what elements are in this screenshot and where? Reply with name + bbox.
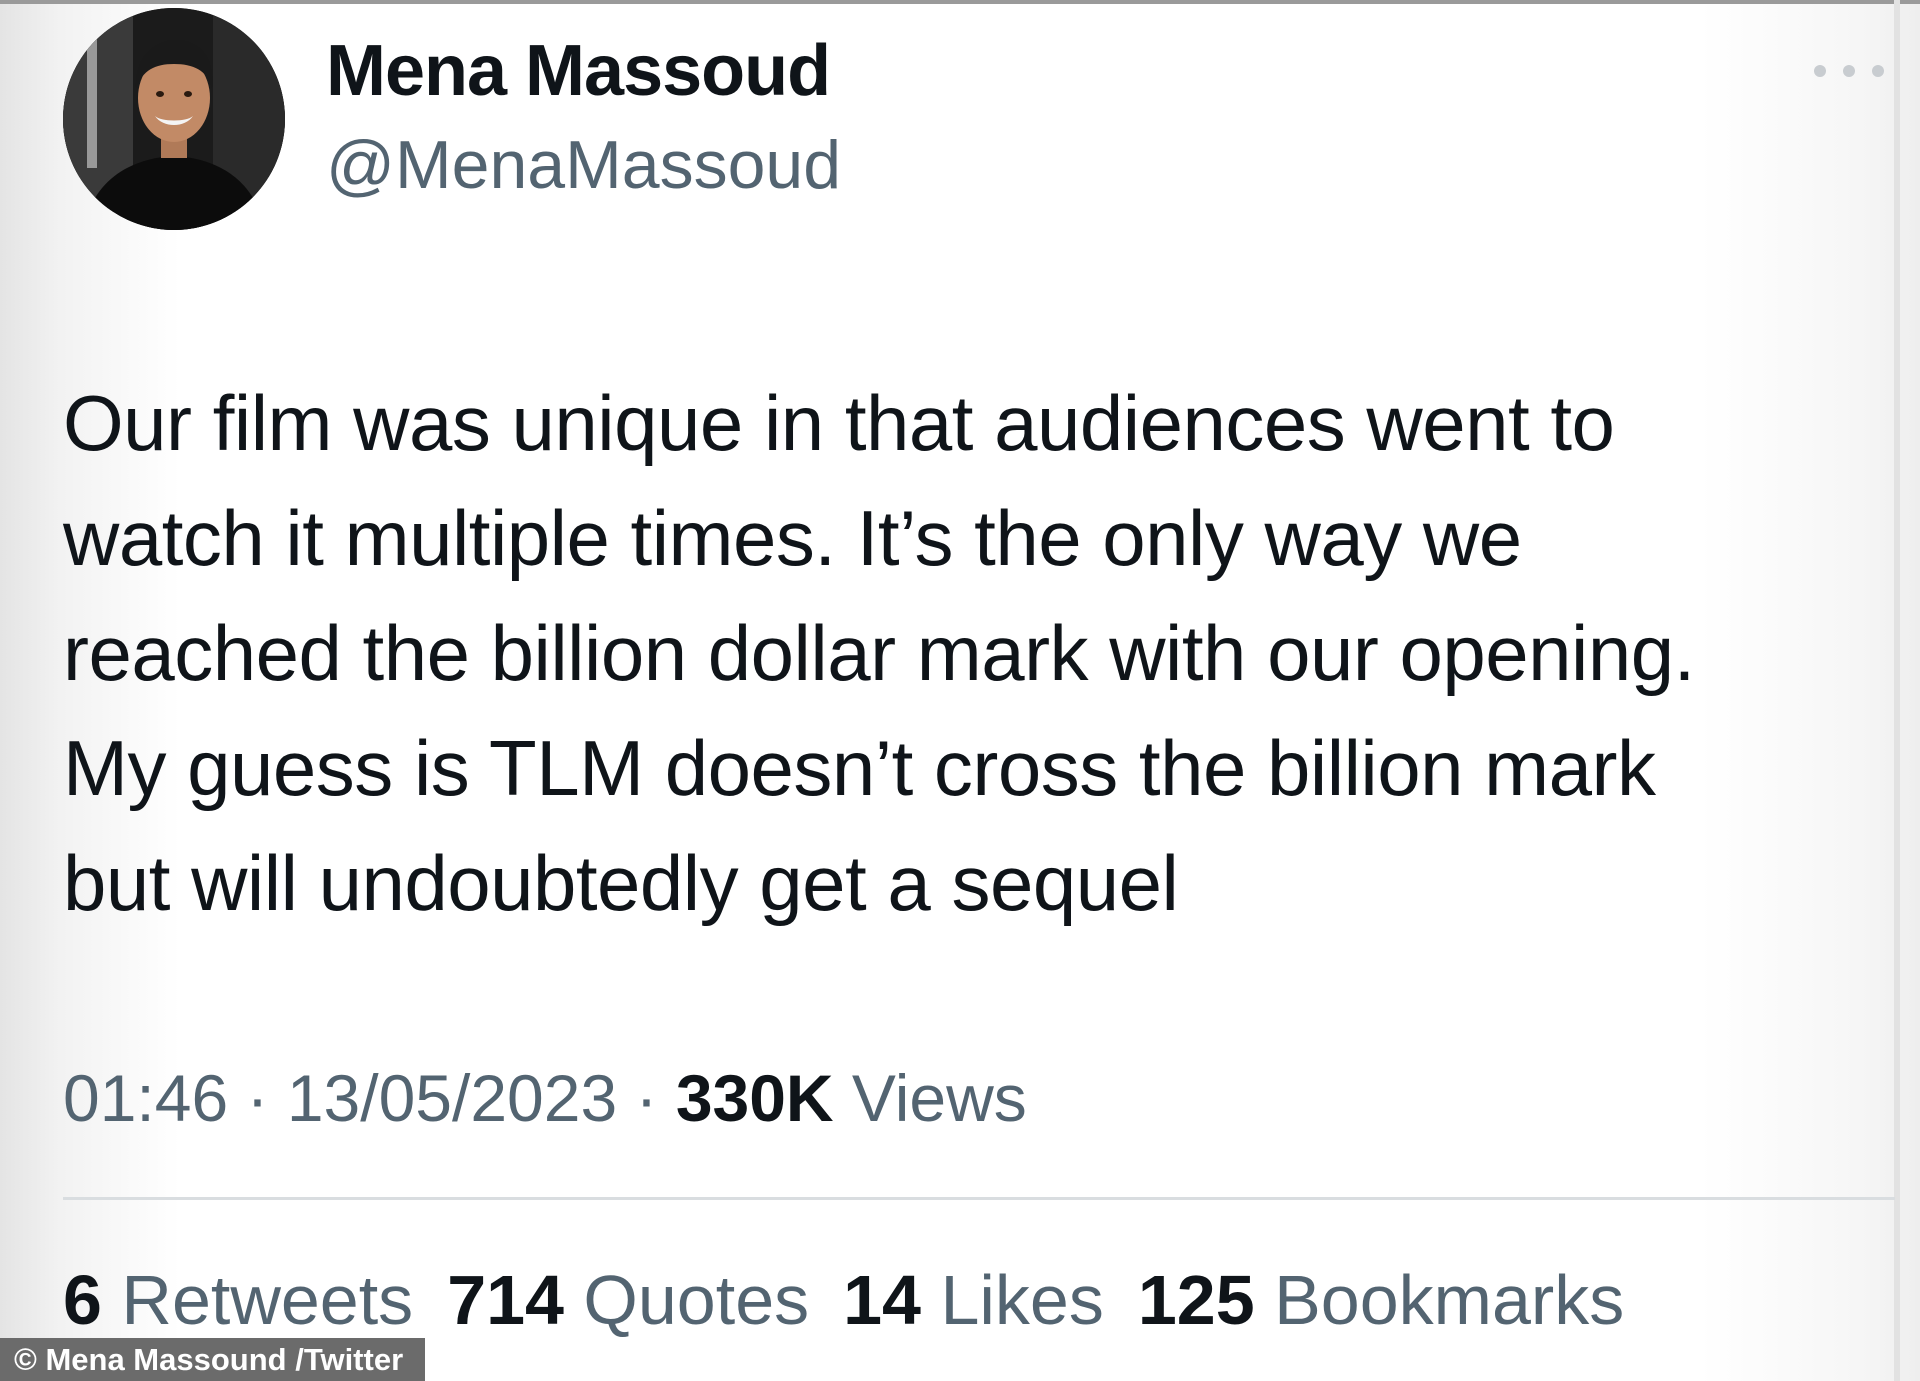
tweet-screenshot: Mena Massoud @MenaMassoud Our film was u… bbox=[0, 0, 1920, 1381]
bookmarks-label: Bookmarks bbox=[1254, 1261, 1625, 1339]
user-handle[interactable]: @MenaMassoud bbox=[326, 126, 841, 204]
retweets-stat[interactable]: 6 Retweets bbox=[63, 1261, 413, 1339]
retweets-count: 6 bbox=[63, 1261, 102, 1339]
bookmarks-stat[interactable]: 125 Bookmarks bbox=[1138, 1261, 1624, 1339]
avatar-photo bbox=[63, 8, 285, 230]
avatar[interactable] bbox=[63, 8, 285, 230]
tweet-meta: 01:46 · 13/05/2023 · 330K Views bbox=[63, 1060, 1027, 1136]
tweet-text-line: My guess is TLM doesn’t cross the billio… bbox=[63, 724, 1656, 812]
tweet-time[interactable]: 01:46 bbox=[63, 1061, 228, 1135]
more-horizontal-icon bbox=[1814, 65, 1826, 77]
divider bbox=[63, 1197, 1895, 1200]
meta-separator: · bbox=[228, 1061, 287, 1135]
top-border bbox=[0, 0, 1920, 4]
likes-label: Likes bbox=[921, 1261, 1104, 1339]
right-border bbox=[1894, 0, 1900, 1381]
views-count: 330K bbox=[675, 1061, 834, 1135]
more-horizontal-icon-dot bbox=[1843, 65, 1855, 77]
meta-separator: · bbox=[617, 1061, 676, 1135]
tweet-date[interactable]: 13/05/2023 bbox=[287, 1061, 617, 1135]
more-horizontal-icon-dot bbox=[1872, 65, 1884, 77]
tweet-text: Our film was unique in that audiences we… bbox=[63, 366, 1893, 941]
tweet-text-line: Our film was unique in that audiences we… bbox=[63, 379, 1615, 467]
tweet-text-line: but will undoubtedly get a sequel bbox=[63, 839, 1179, 927]
views-label: Views bbox=[833, 1061, 1027, 1135]
quotes-label: Quotes bbox=[563, 1261, 810, 1339]
engagement-stats: 6 Retweets 714 Quotes 14 Likes 125 Bookmark… bbox=[63, 1260, 1658, 1340]
tweet-text-line: reached the billion dollar mark with our… bbox=[63, 609, 1695, 697]
quotes-stat[interactable]: 714 Quotes bbox=[447, 1261, 809, 1339]
bookmarks-count: 125 bbox=[1137, 1261, 1255, 1339]
retweets-label: Retweets bbox=[101, 1261, 414, 1339]
likes-stat[interactable]: 14 Likes bbox=[843, 1261, 1104, 1339]
tweet-text-line: watch it multiple times. It’s the only w… bbox=[63, 494, 1522, 582]
likes-count: 14 bbox=[843, 1261, 921, 1339]
more-options-button[interactable] bbox=[1814, 56, 1884, 86]
quotes-count: 714 bbox=[447, 1261, 564, 1339]
display-name[interactable]: Mena Massoud bbox=[326, 30, 831, 112]
photo-credit: © Mena Massound /Twitter bbox=[0, 1338, 426, 1381]
